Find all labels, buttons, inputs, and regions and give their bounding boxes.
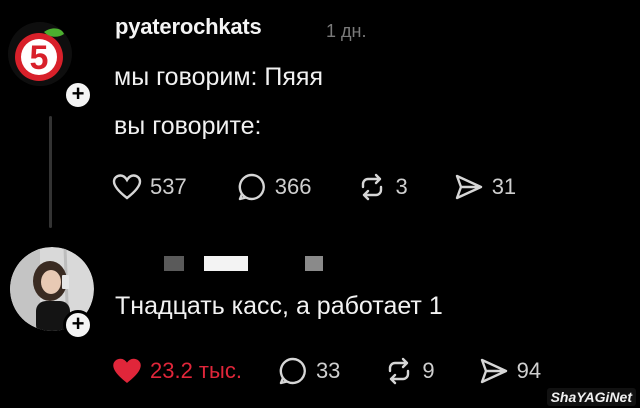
like-button[interactable]: 23.2 тыс. (112, 357, 242, 385)
heart-icon (112, 174, 142, 200)
redacted-block (164, 256, 184, 271)
watermark: ShaYAGiNet (546, 388, 636, 406)
thread-line (49, 116, 52, 228)
post-text-line-1: мы говорим: Пяяя (114, 63, 324, 91)
comment-bubble-icon (279, 357, 306, 385)
share-count: 94 (516, 358, 542, 383)
like-count: 537 (150, 174, 187, 199)
send-icon (455, 174, 482, 200)
share-button[interactable]: 94 (479, 357, 541, 385)
share-count: 31 (491, 174, 517, 199)
redacted-block (305, 256, 323, 271)
username[interactable]: pyaterochkats (115, 14, 262, 40)
post-actions: 23.2 тыс. 33 9 94 (112, 356, 541, 386)
post-text-line-2: вы говорите: (114, 112, 262, 140)
comment-bubble-icon (238, 173, 265, 201)
heart-filled-icon (113, 358, 141, 383)
send-icon (480, 358, 507, 384)
comment-button[interactable]: 366 (237, 172, 312, 202)
repost-icon (389, 357, 410, 385)
follow-plus-icon[interactable]: + (63, 310, 93, 340)
comment-count: 33 (315, 358, 341, 383)
repost-count: 3 (395, 174, 408, 199)
repost-count: 9 (422, 358, 435, 383)
repost-icon (362, 173, 383, 201)
follow-plus-icon[interactable]: + (63, 80, 93, 110)
share-button[interactable]: 31 (454, 173, 516, 201)
post-text: Тнадцать касс, а работает 1 (115, 292, 443, 320)
pyaterochka-logo-icon: 5 (8, 22, 72, 86)
svg-text:5: 5 (30, 39, 49, 77)
redacted-block (204, 256, 248, 271)
post-actions: 537 366 3 31 (112, 172, 516, 202)
repost-button[interactable]: 3 (357, 172, 408, 202)
like-count: 23.2 тыс. (150, 358, 242, 383)
comment-button[interactable]: 33 (278, 356, 340, 386)
repost-button[interactable]: 9 (384, 356, 435, 386)
comment-count: 366 (274, 174, 312, 199)
avatar-pyaterochka[interactable]: 5 (8, 22, 72, 86)
post-time: 1 дн. (326, 21, 367, 41)
like-button[interactable]: 537 (112, 173, 187, 201)
